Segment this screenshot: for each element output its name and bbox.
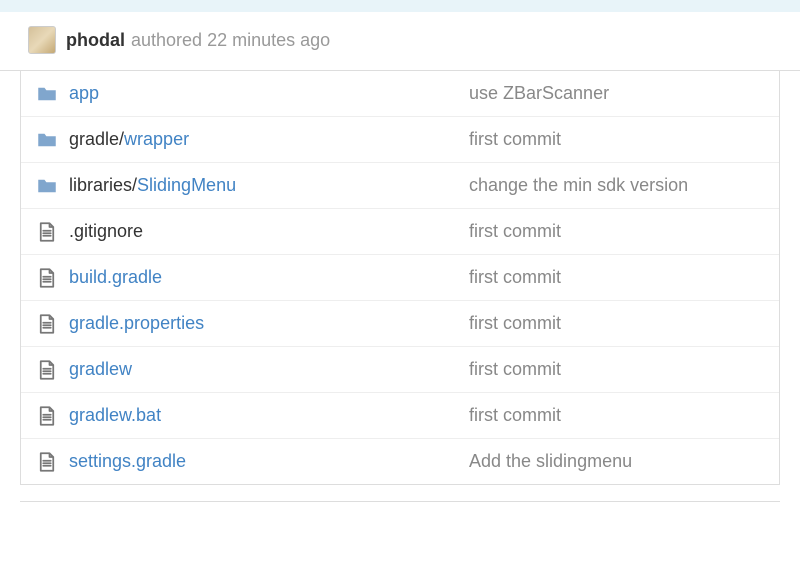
table-row: gradle.properties first commit	[21, 301, 779, 347]
commit-message: first commit	[469, 405, 763, 426]
folder-icon	[37, 176, 57, 196]
table-row: gradlew first commit	[21, 347, 779, 393]
table-row: build.gradle first commit	[21, 255, 779, 301]
table-row: app use ZBarScanner	[21, 71, 779, 117]
file-icon	[37, 406, 57, 426]
file-list: app use ZBarScanner gradle/wrapper first…	[20, 71, 780, 485]
table-row: gradlew.bat first commit	[21, 393, 779, 439]
commit-message: first commit	[469, 267, 763, 288]
commit-message: first commit	[469, 359, 763, 380]
file-icon	[37, 360, 57, 380]
table-row: .gitignore first commit	[21, 209, 779, 255]
divider	[20, 501, 780, 502]
file-link-libraries-slidingmenu[interactable]: libraries/SlidingMenu	[69, 175, 469, 196]
file-icon	[37, 222, 57, 242]
file-link-build-gradle[interactable]: build.gradle	[69, 267, 469, 288]
table-row: libraries/SlidingMenu change the min sdk…	[21, 163, 779, 209]
commit-message: Add the slidingmenu	[469, 451, 763, 472]
folder-icon	[37, 130, 57, 150]
file-link-gitignore[interactable]: .gitignore	[69, 221, 469, 242]
avatar[interactable]	[28, 26, 56, 54]
table-row: settings.gradle Add the slidingmenu	[21, 439, 779, 484]
commit-message: first commit	[469, 129, 763, 150]
file-link-gradlew-bat[interactable]: gradlew.bat	[69, 405, 469, 426]
authored-label: authored 22 minutes ago	[131, 30, 330, 51]
file-icon	[37, 268, 57, 288]
commit-message: use ZBarScanner	[469, 83, 763, 104]
file-link-gradlew[interactable]: gradlew	[69, 359, 469, 380]
file-link-settings-gradle[interactable]: settings.gradle	[69, 451, 469, 472]
commit-message: first commit	[469, 221, 763, 242]
file-icon	[37, 314, 57, 334]
commit-header: phodal authored 22 minutes ago	[0, 12, 800, 71]
file-link-app[interactable]: app	[69, 83, 469, 104]
file-link-gradle-properties[interactable]: gradle.properties	[69, 313, 469, 334]
top-bar	[0, 0, 800, 12]
table-row: gradle/wrapper first commit	[21, 117, 779, 163]
commit-message: change the min sdk version	[469, 175, 763, 196]
folder-icon	[37, 84, 57, 104]
file-icon	[37, 452, 57, 472]
commit-message: first commit	[469, 313, 763, 334]
author-name[interactable]: phodal	[66, 30, 125, 51]
file-link-gradle-wrapper[interactable]: gradle/wrapper	[69, 129, 469, 150]
